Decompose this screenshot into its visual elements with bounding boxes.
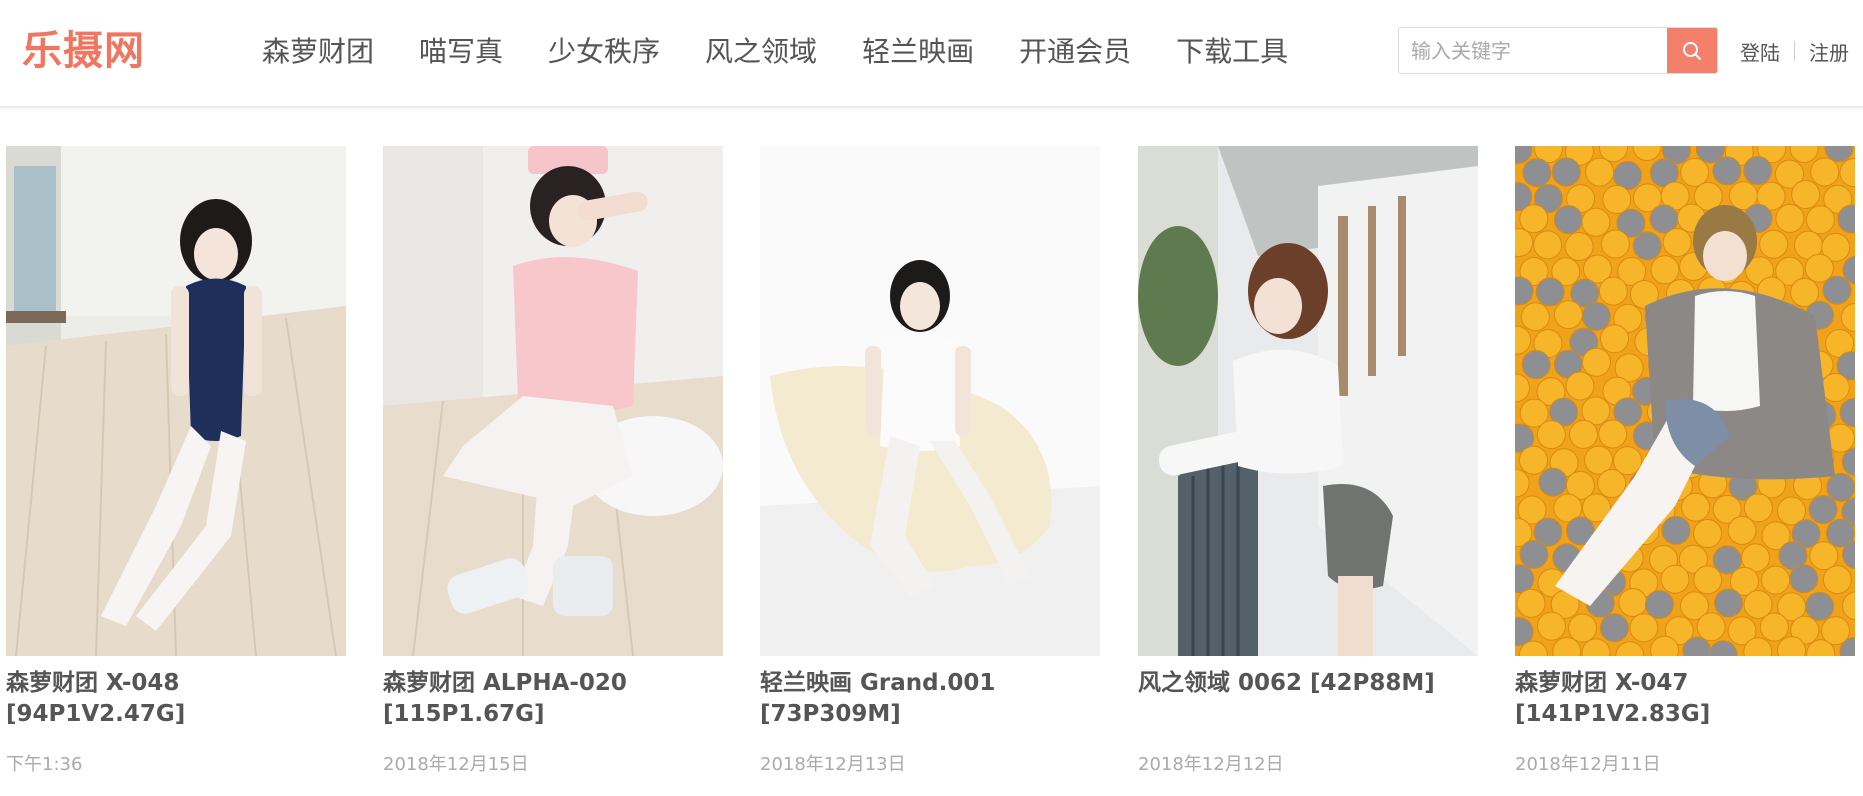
post-grid: 森萝财团 X-048 [94P1V2.47G] 下午1:36 森萝财团 ALPH… — [0, 146, 1863, 796]
post-title[interactable]: 森萝财团 X-047 [141P1V2.83G] — [1515, 668, 1855, 730]
search-input[interactable] — [1399, 28, 1669, 73]
post-card: 森萝财团 X-047 [141P1V2.83G] 2018年12月11日 — [1515, 146, 1855, 786]
post-card: 轻兰映画 Grand.001 [73P309M] 2018年12月13日 — [760, 146, 1100, 786]
main-nav: 森萝财团 喵写真 少女秩序 风之领域 轻兰映画 开通会员 下载工具 — [262, 28, 1333, 76]
post-date: 2018年12月12日 — [1138, 754, 1284, 775]
post-date: 2018年12月15日 — [383, 754, 529, 775]
post-card: 森萝财团 ALPHA-020 [115P1.67G] 2018年12月15日 — [383, 146, 723, 786]
post-title[interactable]: 轻兰映画 Grand.001 [73P309M] — [760, 668, 1100, 730]
nav-item-qinglan[interactable]: 轻兰映画 — [862, 28, 974, 76]
post-card: 森萝财团 X-048 [94P1V2.47G] 下午1:36 — [6, 146, 346, 786]
nav-item-miao[interactable]: 喵写真 — [419, 28, 503, 76]
post-date: 下午1:36 — [6, 754, 83, 775]
auth-divider — [1794, 41, 1795, 61]
site-header: 乐摄网 森萝财团 喵写真 少女秩序 风之领域 轻兰映画 开通会员 下载工具 登陆… — [0, 0, 1863, 108]
search-icon — [1683, 41, 1701, 60]
post-date: 2018年12月13日 — [760, 754, 906, 775]
nav-item-shaonv[interactable]: 少女秩序 — [548, 28, 660, 76]
post-title[interactable]: 森萝财团 X-048 [94P1V2.47G] — [6, 668, 346, 730]
post-date: 2018年12月11日 — [1515, 754, 1661, 775]
post-thumbnail[interactable] — [1138, 146, 1478, 656]
post-thumbnail[interactable] — [760, 146, 1100, 656]
search-button[interactable] — [1667, 28, 1717, 73]
post-thumbnail[interactable] — [1515, 146, 1855, 656]
site-logo[interactable]: 乐摄网 — [22, 24, 145, 78]
post-thumbnail[interactable] — [383, 146, 723, 656]
login-link[interactable]: 登陆 — [1740, 37, 1780, 66]
nav-item-membership[interactable]: 开通会员 — [1019, 28, 1131, 76]
register-link[interactable]: 注册 — [1809, 37, 1849, 66]
post-title[interactable]: 森萝财团 ALPHA-020 [115P1.67G] — [383, 668, 723, 730]
search-box — [1398, 27, 1718, 74]
nav-item-fengzhi[interactable]: 风之领域 — [705, 28, 817, 76]
post-thumbnail[interactable] — [6, 146, 346, 656]
post-card: 风之领域 0062 [42P88M] 2018年12月12日 — [1138, 146, 1478, 786]
nav-item-download[interactable]: 下载工具 — [1176, 28, 1288, 76]
nav-item-senluo[interactable]: 森萝财团 — [262, 28, 374, 76]
post-title[interactable]: 风之领域 0062 [42P88M] — [1138, 668, 1478, 699]
auth-links: 登陆 注册 — [1740, 36, 1849, 66]
